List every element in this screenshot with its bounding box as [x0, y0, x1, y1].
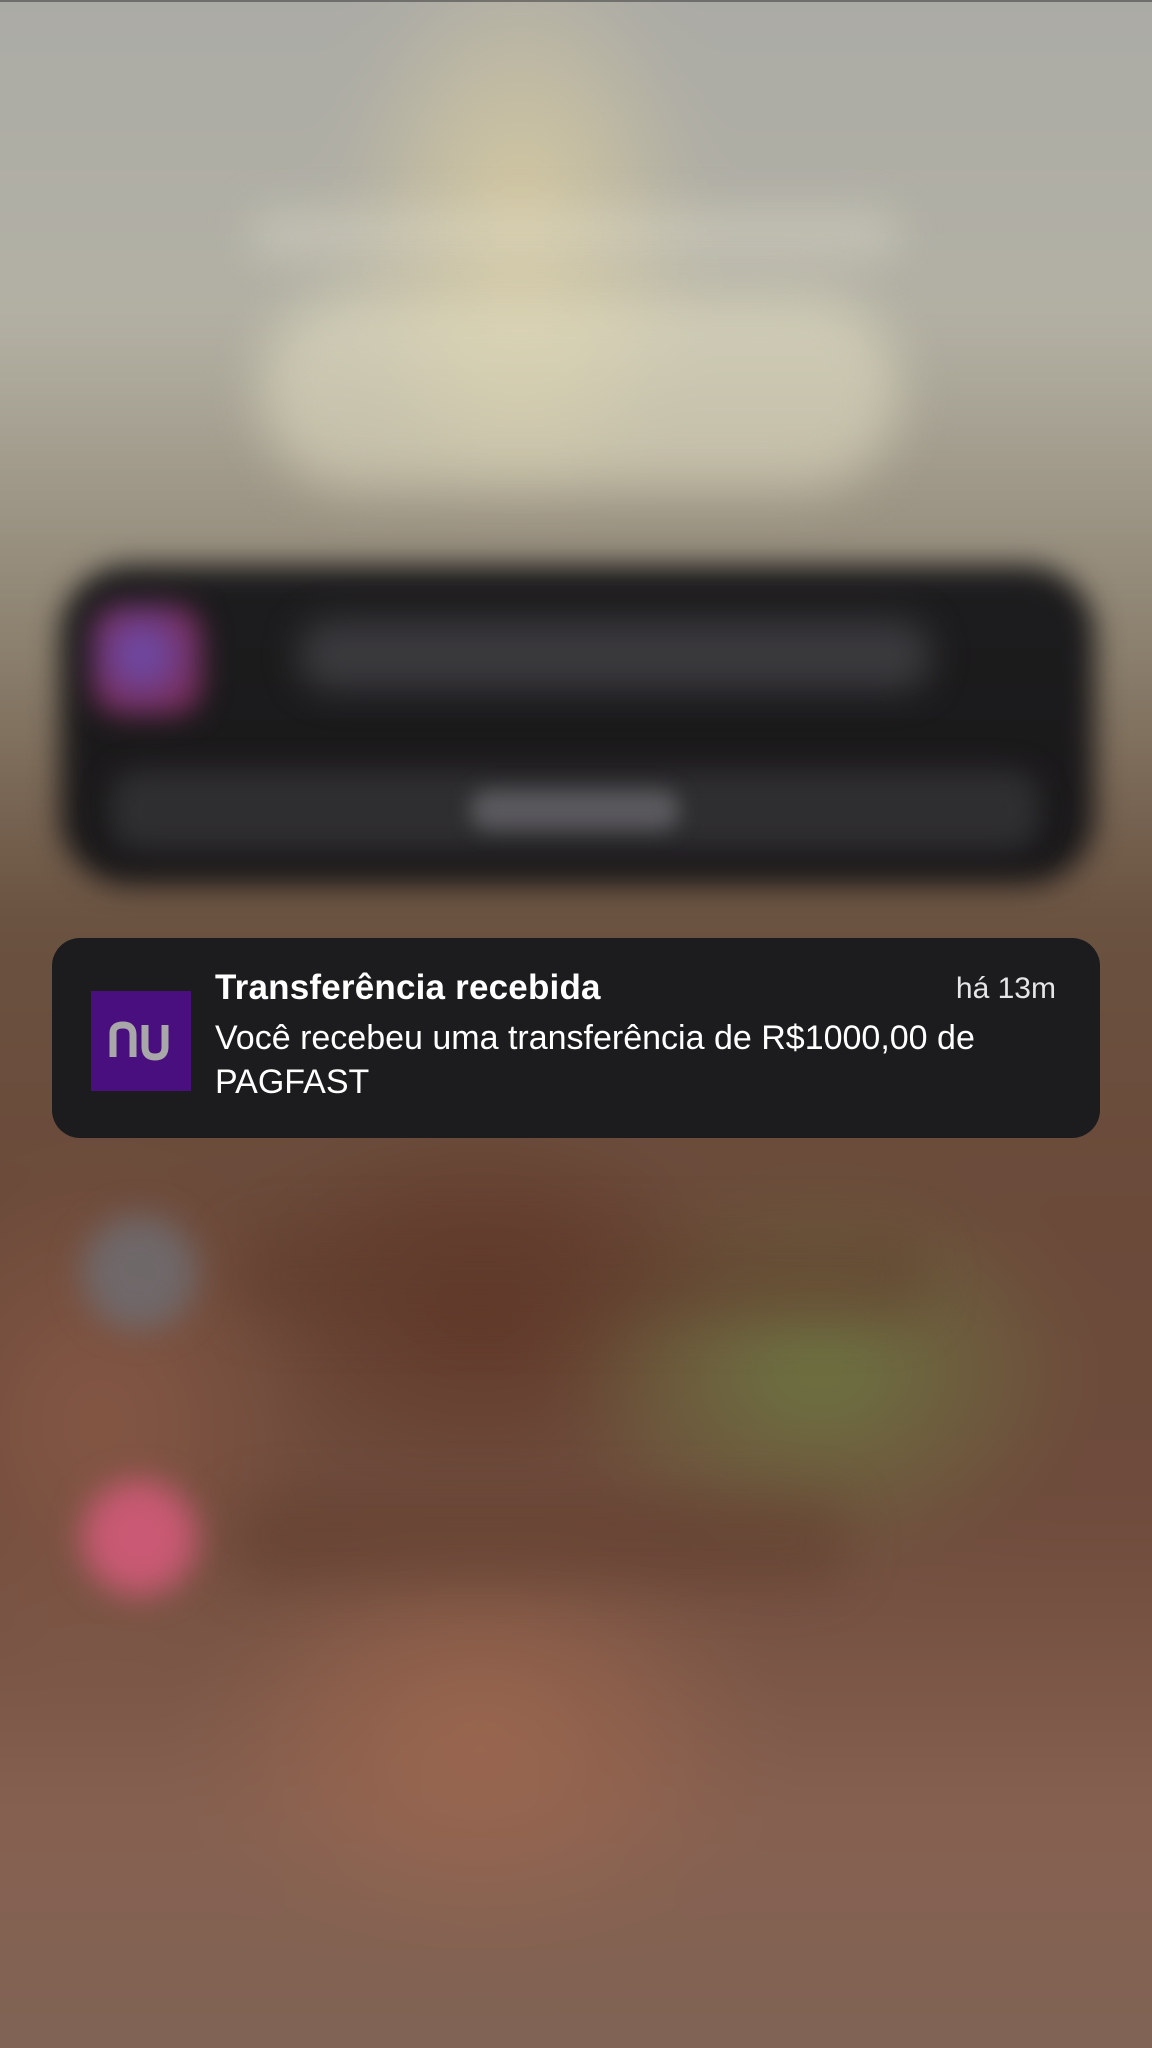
- blurred-app-icon: [92, 605, 202, 715]
- top-edge-line: [0, 0, 1152, 2]
- blurred-date: [250, 210, 900, 260]
- blurred-app-icon: [82, 1480, 197, 1595]
- notification-time: há 13m: [955, 972, 1056, 1005]
- notification-body: Você recebeu uma transferência de R$1000…: [215, 1019, 975, 1101]
- nubank-logo-icon: [91, 991, 191, 1091]
- notification-card[interactable]: Transferência recebida há 13m Você receb…: [52, 938, 1100, 1138]
- lock-screen: Transferência recebida há 13m Você receb…: [0, 0, 1152, 2048]
- blurred-row: [230, 1495, 850, 1585]
- blurred-row: [230, 1230, 930, 1320]
- notification-title: Transferência recebida: [215, 968, 601, 1007]
- blurred-clock: [260, 290, 900, 490]
- nu-logo-icon: [109, 1021, 169, 1061]
- blurred-notification-text: [300, 620, 930, 690]
- blurred-app-icon: [82, 1215, 197, 1330]
- blurred-action-button: [470, 790, 680, 830]
